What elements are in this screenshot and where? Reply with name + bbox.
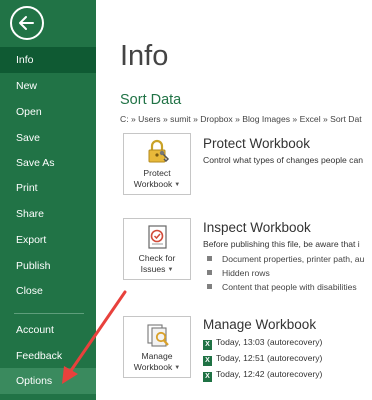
sidebar-item-export[interactable]: Export: [0, 227, 96, 253]
caret-down-icon: ▼: [174, 182, 181, 188]
sidebar-item-account[interactable]: Account: [0, 317, 96, 343]
protect-workbook-button[interactable]: Protect Workbook ▼: [123, 133, 191, 195]
manage-workbook-label-line1: Manage: [141, 351, 173, 361]
inspect-bullet: Content that people with disabilities: [207, 282, 357, 292]
sidebar-item-options[interactable]: Options: [0, 368, 96, 394]
documents-magnifier-icon: [147, 324, 169, 347]
inspect-bullet: Document properties, printer path, au: [207, 254, 364, 264]
document-path[interactable]: C: » Users » sumit » Dropbox » Blog Imag…: [120, 114, 362, 124]
inspect-workbook-description: Before publishing this file, be aware th…: [203, 239, 360, 249]
sidebar-divider: [14, 313, 84, 314]
bullet-square-icon: [207, 256, 212, 261]
manage-workbook-button[interactable]: Manage Workbook ▼: [123, 316, 191, 378]
arrow-left-icon: [19, 16, 34, 30]
lock-key-icon: [148, 139, 170, 163]
sidebar-item-new[interactable]: New: [0, 73, 96, 99]
sidebar-item-share[interactable]: Share: [0, 201, 96, 227]
autorecovery-item[interactable]: X Today, 13:03 (autorecovery): [203, 337, 322, 350]
caret-down-icon: ▼: [167, 267, 174, 273]
check-for-issues-button[interactable]: Check for Issues ▼: [123, 218, 191, 280]
document-checklist-icon: [148, 225, 167, 249]
sidebar-item-info[interactable]: Info: [0, 47, 96, 73]
sidebar-item-close[interactable]: Close: [0, 278, 96, 304]
back-button[interactable]: [10, 6, 44, 40]
autorecovery-item[interactable]: X Today, 12:42 (autorecovery): [203, 369, 322, 382]
bullet-square-icon: [207, 284, 212, 289]
protect-workbook-title: Protect Workbook: [203, 136, 311, 151]
bullet-square-icon: [207, 270, 212, 275]
excel-file-icon: X: [203, 356, 212, 366]
protect-workbook-description: Control what types of changes people can: [203, 155, 364, 165]
check-for-issues-label-line1: Check for: [138, 253, 176, 263]
manage-workbook-label-line2: Workbook ▼: [133, 362, 181, 372]
sidebar-item-feedback[interactable]: Feedback: [0, 343, 96, 369]
excel-file-icon: X: [203, 340, 212, 350]
sidebar-item-save[interactable]: Save: [0, 125, 96, 151]
protect-workbook-label-line2: Workbook ▼: [133, 179, 181, 189]
check-for-issues-label-line2: Issues ▼: [140, 264, 174, 274]
excel-file-icon: X: [203, 372, 212, 382]
sidebar-item-publish[interactable]: Publish: [0, 253, 96, 279]
manage-workbook-title: Manage Workbook: [203, 317, 317, 332]
backstage-sidebar: Info New Open Save Save As Print Share E…: [0, 0, 96, 400]
document-title: Sort Data: [120, 92, 182, 108]
sidebar-item-print[interactable]: Print: [0, 175, 96, 201]
autorecovery-item[interactable]: X Today, 12:51 (autorecovery): [203, 353, 322, 366]
sidebar-item-save-as[interactable]: Save As: [0, 150, 96, 176]
inspect-workbook-title: Inspect Workbook: [203, 220, 311, 235]
sidebar-item-open[interactable]: Open: [0, 99, 96, 125]
inspect-bullet: Hidden rows: [207, 268, 270, 278]
caret-down-icon: ▼: [174, 365, 181, 371]
page-title: Info: [120, 40, 169, 72]
protect-workbook-label-line1: Protect: [143, 168, 171, 178]
info-panel: Info Sort Data C: » Users » sumit » Drop…: [96, 0, 372, 400]
